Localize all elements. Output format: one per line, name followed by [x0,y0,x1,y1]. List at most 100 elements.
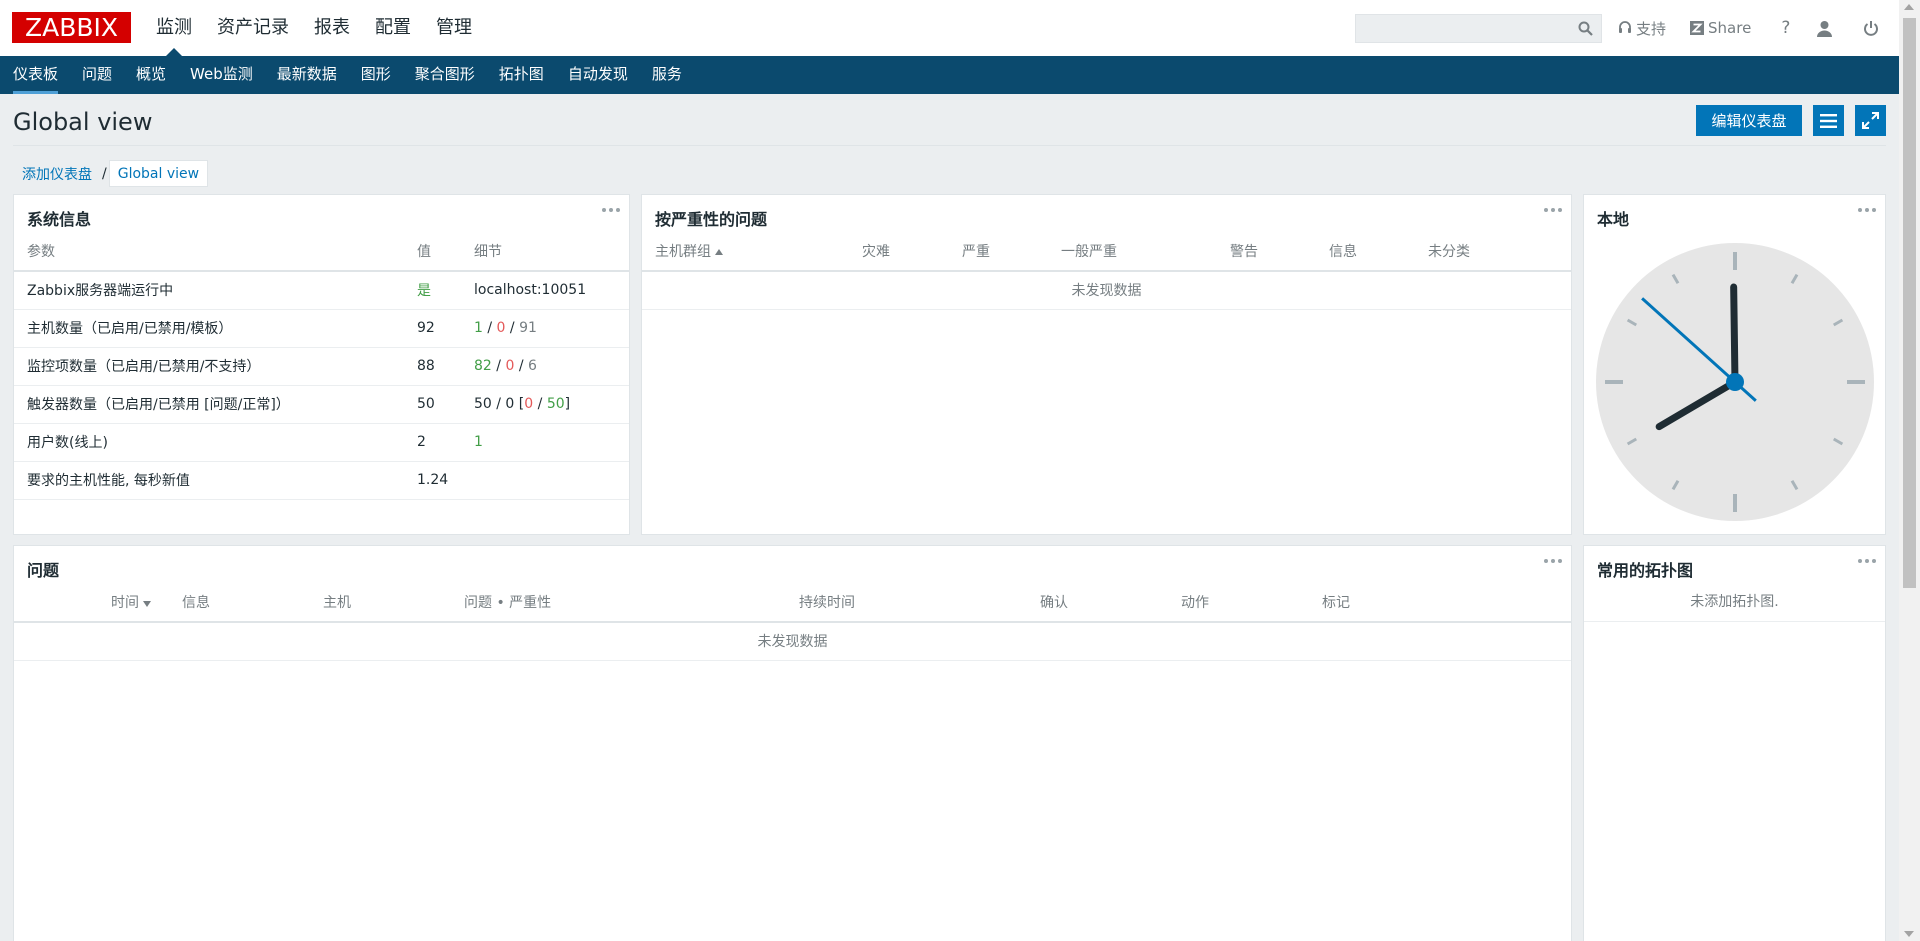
param-cell: Zabbix服务器端运行中 [14,271,404,310]
problems-widget: 问题 时间 信息 主机 问题 • 严重性 持续时间 确认 动作 标记 未发现数据 [13,545,1572,941]
column-header: 标记 [1309,582,1571,623]
support-link[interactable]: 支持 [1618,18,1666,39]
menu-item-inventory[interactable]: 资产记录 [217,0,289,56]
submenu-item-screens[interactable]: 聚合图形 [415,56,475,94]
more-icon [1858,208,1876,212]
widget-menu-button[interactable] [1855,552,1879,570]
breadcrumb-all-dashboards[interactable]: 添加仪表盘 [14,164,100,184]
support-label: 支持 [1636,19,1667,38]
no-maps-message: 未添加拓扑图. [1584,582,1885,622]
widget-title: 问题 [27,561,60,580]
minute-hand [1730,283,1739,386]
widget-menu-button[interactable] [1541,552,1565,570]
column-header: 一般严重 [1048,231,1217,272]
column-header: 动作 [1168,582,1309,623]
profile-button[interactable] [1816,20,1837,37]
column-header: 未分类 [1415,231,1571,272]
widget-title: 常用的拓扑图 [1597,561,1694,580]
system-info-table: 参数 值 细节 Zabbix服务器端运行中是 localhost:10051 主机数… [14,231,629,500]
detail-part: 0 [524,396,534,412]
breadcrumb-separator: / [102,165,107,182]
no-data-message: 未发现数据 [14,622,1571,661]
param-cell: 用户数(线上) [14,423,404,462]
value-cell: 50 [404,385,461,424]
detail-part: 1 [474,320,483,336]
widget-title: 按严重性的问题 [655,210,768,229]
value-cell: 是 [404,271,461,310]
table-row: 主机数量（已启用/已禁用/模板） 92 1 / 0 / 91 [14,309,629,348]
submenu-item-overview[interactable]: 概览 [136,56,166,94]
widget-menu-button[interactable] [1855,201,1879,219]
menu-item-monitoring[interactable]: 监测 [156,0,192,56]
detail-part: / [482,320,497,336]
dashboard-actions-button[interactable] [1813,105,1844,136]
table-row: 监控项数量（已启用/已禁用/不支持） 88 82 / 0 / 6 [14,347,629,386]
logout-button[interactable] [1863,20,1883,37]
detail-part: 6 [528,358,537,374]
problems-table: 时间 信息 主机 问题 • 严重性 持续时间 确认 动作 标记 未发现数据 [14,582,1571,661]
detail-cell: 50 / 0 [0 / 50] [461,385,629,424]
submenu-item-graphs[interactable]: 图形 [361,56,391,94]
more-icon [602,208,620,212]
scroll-thumb[interactable] [1903,18,1916,588]
sort-asc-icon [715,248,723,255]
fullscreen-button[interactable] [1855,105,1886,136]
share-label: Share [1708,19,1752,37]
submenu-item-dashboard[interactable]: 仪表板 [13,56,59,94]
edit-dashboard-button[interactable]: 编辑仪表盘 [1696,105,1802,136]
param-cell: 触发器数量（已启用/已禁用 [问题/正常]） [14,385,404,424]
zabbix-logo[interactable]: ZABBIX [12,12,131,43]
detail-part: / [514,358,528,374]
user-icon [1817,20,1833,37]
column-header-host-group[interactable]: 主机群组 [642,231,849,272]
menu-item-administration[interactable]: 管理 [436,0,472,56]
table-row: 要求的主机性能, 每秒新值 1.24 [14,461,629,500]
breadcrumb: 添加仪表盘 / Global view [14,160,209,187]
column-header: 值 [404,231,461,272]
submenu-item-maps[interactable]: 拓扑图 [499,56,544,94]
share-z-icon [1690,21,1705,35]
submenu-item-discovery[interactable]: 自动发现 [568,56,628,94]
column-header: 参数 [14,231,404,272]
clock-widget: 本地 [1583,194,1886,535]
widget-title: 系统信息 [27,210,92,229]
severity-table: 主机群组 灾难 严重 一般严重 警告 信息 未分类 未发现数据 [642,231,1571,310]
table-row: 触发器数量（已启用/已禁用 [问题/正常]） 50 50 / 0 [0 / 50] [14,385,629,424]
breadcrumb-current[interactable]: Global view [108,160,209,187]
search-input[interactable] [1356,15,1566,42]
detail-part: 50 / 0 [ [474,396,525,412]
column-header-time[interactable]: 时间 [14,582,169,623]
submenu-item-services[interactable]: 服务 [652,56,682,94]
param-cell: 要求的主机性能, 每秒新值 [14,461,404,500]
scroll-up-icon[interactable] [1904,4,1914,10]
search-icon[interactable] [1578,21,1593,40]
detail-cell: 1 [461,423,629,462]
detail-part: 82 [474,358,492,374]
top-header: ZABBIX 监测 资产记录 报表 配置 管理 支持 Share ? [0,0,1899,56]
detail-part: 50 [546,396,565,412]
scroll-down-icon[interactable] [1904,931,1914,937]
menu-item-reports[interactable]: 报表 [314,0,350,56]
sub-menu: 仪表板 问题 概览 Web监测 最新数据 图形 聚合图形 拓扑图 自动发现 服务 [0,56,1899,94]
detail-part: 91 [519,320,537,336]
analog-clock [1596,243,1874,521]
widget-menu-button[interactable] [599,201,623,219]
header-tools: 支持 Share ? [1618,0,1883,56]
submenu-item-latest-data[interactable]: 最新数据 [277,56,337,94]
value-cell: 92 [404,309,461,348]
column-header: 持续时间 [786,582,1027,623]
submenu-item-web[interactable]: Web监测 [190,56,253,94]
column-header: 信息 [169,582,310,623]
detail-part: / [533,396,547,412]
page-scrollbar[interactable] [1899,0,1920,941]
help-button[interactable]: ? [1781,18,1790,38]
menu-item-configuration[interactable]: 配置 [375,0,411,56]
favourite-maps-widget: 常用的拓扑图 未添加拓扑图. [1583,545,1886,941]
value-cell: 88 [404,347,461,386]
more-icon [1544,559,1562,563]
menu-icon [1820,113,1837,128]
submenu-item-problems[interactable]: 问题 [82,56,112,94]
column-header: 问题 • 严重性 [451,582,786,623]
widget-menu-button[interactable] [1541,201,1565,219]
share-link[interactable]: Share [1690,19,1751,37]
